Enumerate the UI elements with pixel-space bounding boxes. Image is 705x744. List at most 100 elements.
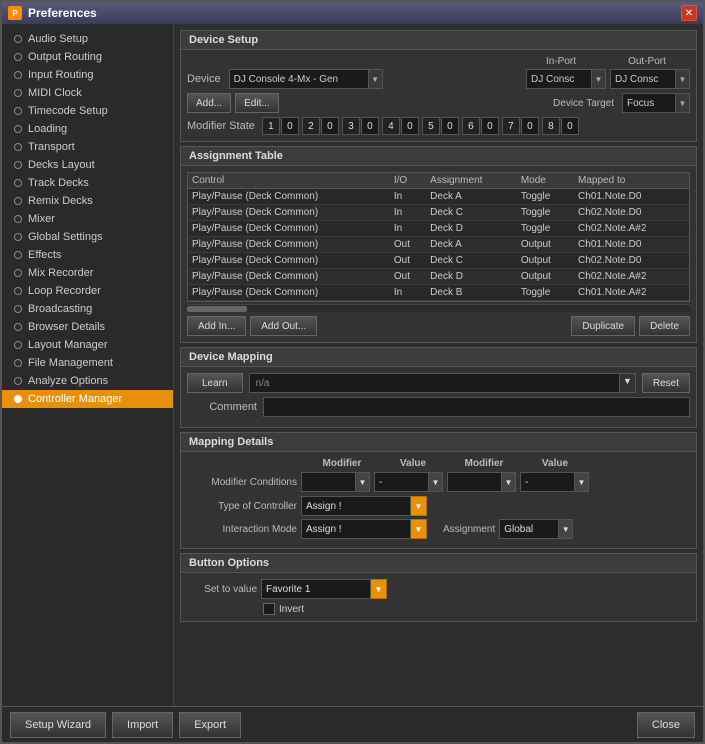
sidebar-item-loading[interactable]: Loading [2, 120, 173, 138]
sidebar-item-analyze-options[interactable]: Analyze Options [2, 372, 173, 390]
sidebar-item-controller-manager[interactable]: Controller Manager [2, 390, 173, 408]
button-options-header: Button Options [181, 554, 696, 573]
type-controller-dropdown[interactable]: Assign ! ▼ [301, 496, 427, 516]
sidebar-item-global-settings[interactable]: Global Settings [2, 228, 173, 246]
sidebar-item-output-routing[interactable]: Output Routing [2, 48, 173, 66]
modifier-val-3[interactable]: 0 [361, 117, 379, 135]
table-row[interactable]: Play/Pause (Deck Common)InDeck DToggleCh… [188, 221, 689, 237]
modifier-val-1[interactable]: 0 [281, 117, 299, 135]
modifier-8: 8 0 [542, 117, 579, 135]
modifier-val-8[interactable]: 0 [561, 117, 579, 135]
add-in-button[interactable]: Add In... [187, 316, 246, 336]
table-buttons: Add In... Add Out... Duplicate Delete [187, 316, 690, 336]
right-panel: Device Setup In-Port Out-Port Device DJ … [174, 24, 703, 706]
in-port-dropdown[interactable]: DJ Consc ▼ [526, 69, 606, 89]
table-cell: Toggle [517, 285, 574, 301]
mod-cond-dash-dropdown-2[interactable]: - ▼ [520, 472, 589, 492]
sidebar-dot [14, 377, 22, 385]
assignment-dropdown[interactable]: Global ▼ [499, 519, 573, 539]
sidebar-item-layout-manager[interactable]: Layout Manager [2, 336, 173, 354]
modifier-val-4[interactable]: 0 [401, 117, 419, 135]
mod-cond-dash-dropdown-1[interactable]: - ▼ [374, 472, 443, 492]
device-dropdown[interactable]: DJ Console 4-Mx - Gen ▼ [229, 69, 383, 89]
sidebar-dot [14, 53, 22, 61]
sidebar-item-input-routing[interactable]: Input Routing [2, 66, 173, 84]
add-button[interactable]: Add... [187, 93, 231, 113]
type-controller-arrow[interactable]: ▼ [411, 496, 427, 516]
device-dropdown-arrow[interactable]: ▼ [369, 69, 383, 89]
table-row[interactable]: Play/Pause (Deck Common)InDeck CToggleCh… [188, 205, 689, 221]
sidebar-item-browser-details[interactable]: Browser Details [2, 318, 173, 336]
close-button[interactable]: Close [637, 712, 695, 738]
window-close-button[interactable]: ✕ [681, 5, 697, 21]
sidebar-item-mix-recorder[interactable]: Mix Recorder [2, 264, 173, 282]
reset-button[interactable]: Reset [642, 373, 690, 393]
sidebar-item-loop-recorder[interactable]: Loop Recorder [2, 282, 173, 300]
sidebar-item-effects[interactable]: Effects [2, 246, 173, 264]
scrollbar-thumb[interactable] [187, 306, 247, 312]
modifier-val-7[interactable]: 0 [521, 117, 539, 135]
table-row[interactable]: Play/Pause (Deck Common)OutDeck AOutputC… [188, 237, 689, 253]
mod-cond-arrow-1[interactable]: ▼ [356, 472, 370, 492]
col-mapped-to: Mapped to [574, 173, 689, 189]
favorite-dropdown[interactable]: Favorite 1 ▼ [261, 579, 387, 599]
modifier-val-5[interactable]: 0 [441, 117, 459, 135]
learn-button[interactable]: Learn [187, 373, 243, 393]
learn-row: Learn n/a ▼ Reset [187, 373, 690, 393]
sidebar-item-mixer[interactable]: Mixer [2, 210, 173, 228]
table-cell: Out [390, 301, 426, 303]
assignment-arrow[interactable]: ▼ [559, 519, 573, 539]
out-port-dropdown[interactable]: DJ Consc ▼ [610, 69, 690, 89]
sidebar-item-track-decks[interactable]: Track Decks [2, 174, 173, 192]
favorite-arrow[interactable]: ▼ [371, 579, 387, 599]
sidebar-item-transport[interactable]: Transport [2, 138, 173, 156]
sidebar-item-file-management[interactable]: File Management [2, 354, 173, 372]
out-port-arrow[interactable]: ▼ [676, 69, 690, 89]
mod-cond-dropdown-1[interactable]: ▼ [301, 472, 370, 492]
interaction-mode-dropdown[interactable]: Assign ! ▼ [301, 519, 427, 539]
modifier-val-6[interactable]: 0 [481, 117, 499, 135]
interaction-mode-label: Interaction Mode [187, 524, 297, 535]
mod-cond-dash-arrow-1[interactable]: ▼ [429, 472, 443, 492]
in-port-arrow[interactable]: ▼ [592, 69, 606, 89]
assignment-table-scroll[interactable]: Control I/O Assignment Mode Mapped to Pl… [187, 172, 690, 302]
modifier-2: 2 0 [302, 117, 339, 135]
sidebar-item-remix-decks[interactable]: Remix Decks [2, 192, 173, 210]
horizontal-scrollbar[interactable] [187, 304, 690, 312]
sidebar-item-decks-layout[interactable]: Decks Layout [2, 156, 173, 174]
interaction-mode-arrow[interactable]: ▼ [411, 519, 427, 539]
table-cell: Play/Pause (Deck Common) [188, 205, 390, 221]
sidebar-item-midi-clock[interactable]: MIDI Clock [2, 84, 173, 102]
sidebar-item-audio-setup[interactable]: Audio Setup [2, 30, 173, 48]
invert-checkbox[interactable] [263, 603, 275, 615]
setup-wizard-button[interactable]: Setup Wizard [10, 712, 106, 738]
table-row[interactable]: Play/Pause (Deck Common)OutDeck COutputC… [188, 253, 689, 269]
sidebar: Audio Setup Output Routing Input Routing… [2, 24, 174, 706]
device-target-arrow[interactable]: ▼ [676, 93, 690, 113]
table-row[interactable]: Play/Pause (Deck Common)InDeck AToggleCh… [188, 189, 689, 205]
comment-input[interactable] [263, 397, 690, 417]
mod-cond-dropdown-2[interactable]: ▼ [447, 472, 516, 492]
modifier-num-7: 7 [502, 117, 520, 135]
table-cell: Deck B [426, 301, 517, 303]
modifier-val-2[interactable]: 0 [321, 117, 339, 135]
table-cell: Toggle [517, 205, 574, 221]
device-mapping-header: Device Mapping [181, 348, 696, 367]
device-target-dropdown[interactable]: Focus ▼ [622, 93, 690, 113]
table-row[interactable]: Play/Pause (Deck Common)InDeck BToggleCh… [188, 285, 689, 301]
duplicate-button[interactable]: Duplicate [571, 316, 635, 336]
modifier-4: 4 0 [382, 117, 419, 135]
import-button[interactable]: Import [112, 712, 173, 738]
delete-button[interactable]: Delete [639, 316, 690, 336]
table-row[interactable]: Play/Pause (Deck Common)OutDeck DOutputC… [188, 269, 689, 285]
assignment-global-group: Assignment Global ▼ [443, 519, 573, 539]
mod-cond-arrow-2[interactable]: ▼ [502, 472, 516, 492]
mod-cond-dash-arrow-2[interactable]: ▼ [575, 472, 589, 492]
add-out-button[interactable]: Add Out... [250, 316, 317, 336]
edit-button[interactable]: Edit... [235, 93, 279, 113]
export-button[interactable]: Export [179, 712, 241, 738]
sidebar-item-broadcasting[interactable]: Broadcasting [2, 300, 173, 318]
table-row[interactable]: Play/Pause (Deck Common)OutDeck BOutputC… [188, 301, 689, 303]
value-dropdown-arrow[interactable]: ▼ [620, 373, 636, 393]
sidebar-item-timecode-setup[interactable]: Timecode Setup [2, 102, 173, 120]
